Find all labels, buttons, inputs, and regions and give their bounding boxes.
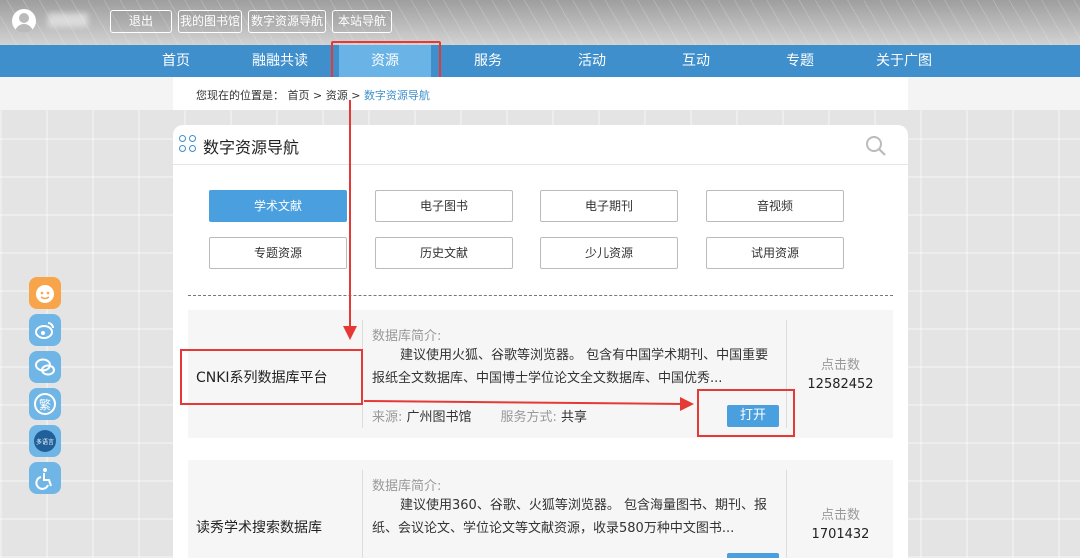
database-name[interactable]: 读秀学术搜索数据库 <box>196 517 322 537</box>
top-bar: 退出 我的图书馆 数字资源导航 本站导航 <box>0 0 1080 45</box>
annotation-box-resources <box>331 41 441 79</box>
database-intro: 建议使用360、谷歌、火狐等浏览器。 包含海量图书、期刊、报纸、会议论文、学位论… <box>372 498 767 536</box>
annotation-box-open <box>697 389 795 437</box>
category-history[interactable]: 历史文献 <box>375 237 513 269</box>
site-nav-button[interactable]: 本站导航 <box>332 10 392 33</box>
accessibility-icon[interactable] <box>29 462 61 494</box>
logout-button[interactable]: 退出 <box>110 10 172 33</box>
digital-resource-nav-button[interactable]: 数字资源导航 <box>248 10 326 33</box>
category-trial[interactable]: 试用资源 <box>706 237 844 269</box>
multi-language-icon[interactable]: 多语言 <box>29 425 61 457</box>
grid-dots-icon <box>179 135 197 153</box>
nav-interaction[interactable]: 互动 <box>651 45 741 77</box>
my-library-button[interactable]: 我的图书馆 <box>178 10 242 33</box>
category-academic[interactable]: 学术文献 <box>209 190 347 222</box>
category-av[interactable]: 音视频 <box>706 190 844 222</box>
breadcrumb-current: 数字资源导航 <box>363 89 430 102</box>
database-intro: 建议使用火狐、谷歌等浏览器。 包含有中国学术期刊、中国重要报纸全文数据库、中国博… <box>372 348 769 386</box>
nav-home[interactable]: 首页 <box>131 45 221 77</box>
weibo-icon[interactable] <box>29 314 61 346</box>
database-meta: 来源: 广州图书馆 服务方式: 共享 <box>372 410 588 425</box>
resource-panel: 数字资源导航 学术文献 电子图书 电子期刊 音视频 专题资源 历史文献 少儿资源… <box>173 125 908 558</box>
search-icon[interactable] <box>865 135 887 157</box>
breadcrumb: 您现在的位置是： 首页 > 资源 > 数字资源导航 <box>196 89 430 102</box>
nav-activities[interactable]: 活动 <box>547 45 637 77</box>
category-ejournals[interactable]: 电子期刊 <box>540 190 678 222</box>
panel-header: 数字资源导航 <box>173 125 908 165</box>
annotation-box-cnki <box>180 349 363 405</box>
username-blurred <box>48 13 88 27</box>
nav-topics[interactable]: 专题 <box>755 45 845 77</box>
wechat-icon[interactable] <box>29 351 61 383</box>
database-card: 读秀学术搜索数据库 数据库简介: 建议使用360、谷歌、火狐等浏览器。 包含海量… <box>188 460 893 558</box>
svg-text:多语言: 多语言 <box>36 438 54 446</box>
page-title: 数字资源导航 <box>203 138 300 157</box>
category-ebooks[interactable]: 电子图书 <box>375 190 513 222</box>
nav-about[interactable]: 关于广图 <box>859 45 949 77</box>
category-children[interactable]: 少儿资源 <box>540 237 678 269</box>
nav-services[interactable]: 服务 <box>443 45 533 77</box>
child-mode-icon[interactable] <box>29 277 61 309</box>
category-special[interactable]: 专题资源 <box>209 237 347 269</box>
open-button[interactable] <box>727 553 779 558</box>
nav-shared-reading[interactable]: 融融共读 <box>235 45 325 77</box>
user-avatar-icon[interactable] <box>12 9 36 33</box>
click-count: 12582452 <box>807 377 874 392</box>
main-nav: 首页 融融共读 资源 服务 活动 互动 专题 关于广图 <box>0 45 1080 77</box>
breadcrumb-resources[interactable]: 资源 <box>326 89 348 102</box>
svg-text:繁: 繁 <box>39 397 51 412</box>
breadcrumb-home[interactable]: 首页 <box>288 89 310 102</box>
traditional-chinese-icon[interactable]: 繁 <box>29 388 61 420</box>
click-count: 1701432 <box>811 527 870 542</box>
divider <box>188 295 893 296</box>
